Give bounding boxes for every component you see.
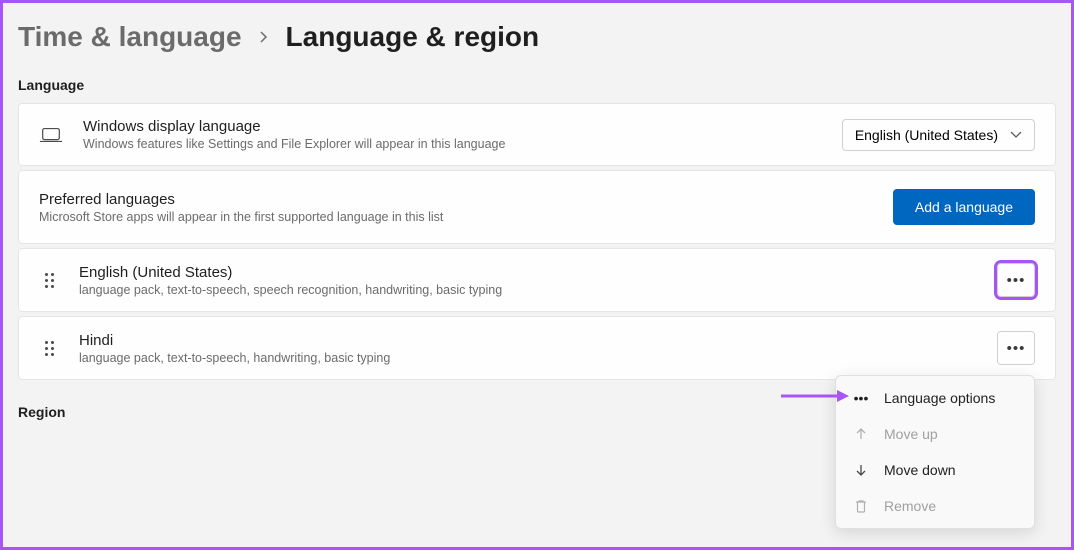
ellipsis-icon: ••• [852,389,870,407]
menu-label: Language options [884,390,995,406]
breadcrumb: Time & language Language & region [18,21,1056,53]
language-features: language pack, text-to-speech, handwriti… [79,351,977,365]
language-name: Hindi [79,332,977,349]
preferred-title: Preferred languages [39,191,873,208]
drag-handle-icon[interactable] [39,273,59,288]
chevron-down-icon [1010,128,1022,142]
menu-move-up: Move up [840,416,1030,452]
display-language-dropdown[interactable]: English (United States) [842,119,1035,151]
drag-handle-icon[interactable] [39,341,59,356]
display-language-title: Windows display language [83,118,822,135]
add-language-button[interactable]: Add a language [893,189,1035,225]
ellipsis-icon: ••• [1007,340,1026,357]
menu-move-down[interactable]: Move down [840,452,1030,488]
breadcrumb-parent[interactable]: Time & language [18,21,242,53]
menu-language-options[interactable]: ••• Language options [840,380,1030,416]
context-menu: ••• Language options Move up Move down R… [835,375,1035,529]
laptop-icon [39,123,63,147]
display-language-card: Windows display language Windows feature… [18,103,1056,166]
preferred-subtitle: Microsoft Store apps will appear in the … [39,210,873,224]
menu-remove: Remove [840,488,1030,524]
language-name: English (United States) [79,264,977,281]
language-item-english: English (United States) language pack, t… [18,248,1056,312]
more-button[interactable]: ••• [997,263,1035,297]
menu-label: Move up [884,426,938,442]
arrow-down-icon [852,461,870,479]
display-language-selected: English (United States) [855,127,998,143]
breadcrumb-current: Language & region [286,21,540,53]
language-features: language pack, text-to-speech, speech re… [79,283,977,297]
preferred-languages-card: Preferred languages Microsoft Store apps… [18,170,1056,244]
section-language-label: Language [18,77,1056,93]
more-button[interactable]: ••• [997,331,1035,365]
display-language-subtitle: Windows features like Settings and File … [83,137,822,151]
menu-label: Move down [884,462,956,478]
language-item-hindi: Hindi language pack, text-to-speech, han… [18,316,1056,380]
menu-label: Remove [884,498,936,514]
arrow-up-icon [852,425,870,443]
ellipsis-icon: ••• [1007,272,1026,289]
trash-icon [852,497,870,515]
annotation-arrow [779,387,849,410]
chevron-right-icon [258,27,270,48]
